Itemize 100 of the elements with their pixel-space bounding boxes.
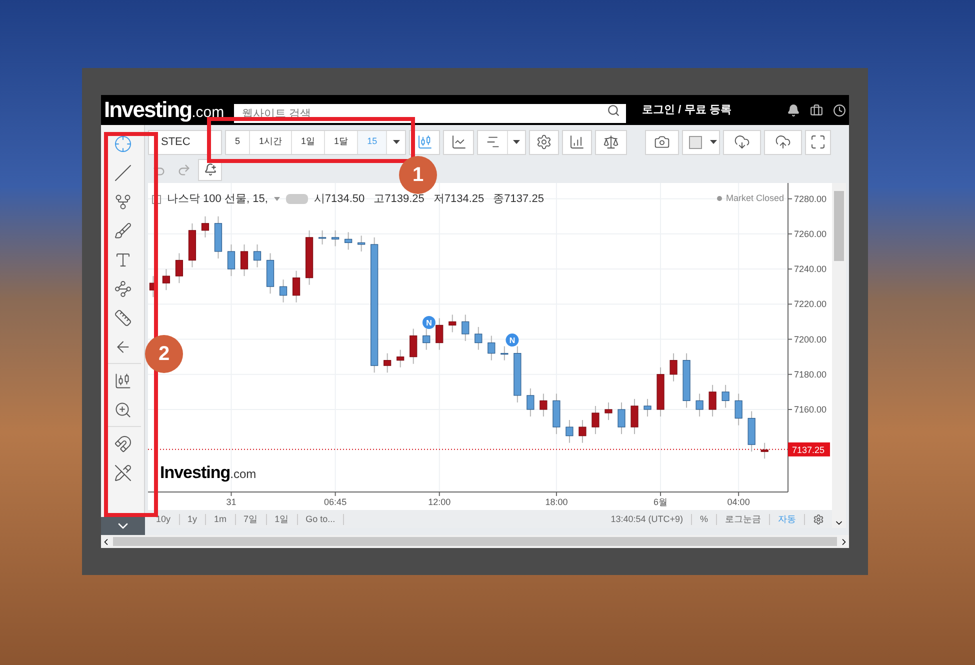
candle: [592, 405, 600, 435]
horizontal-scrollbar[interactable]: [101, 535, 849, 548]
candles-icon: [114, 372, 132, 390]
pencil-icon: [114, 464, 132, 482]
cloud-upload-icon: [775, 134, 792, 150]
nodes-icon: [114, 280, 132, 298]
candle: [266, 252, 274, 294]
search-icon: [607, 104, 620, 116]
bell-icon[interactable]: [787, 104, 800, 116]
caret-icon: [710, 140, 717, 144]
range-button[interactable]: Go to...: [298, 514, 344, 524]
legend-square: [152, 194, 161, 204]
scroll-thumb[interactable]: [113, 537, 837, 546]
briefcase-icon[interactable]: [810, 104, 823, 116]
y-tick-label: 7200.00: [794, 334, 827, 344]
candle: [201, 216, 210, 238]
site-logo: Investing.com: [104, 99, 224, 121]
caret-icon: [513, 140, 520, 144]
toolbar-button[interactable]: [529, 130, 560, 154]
line-chart-icon: [450, 134, 467, 150]
candle: [644, 398, 652, 417]
candle: [253, 244, 262, 268]
toolbar-button[interactable]: [645, 130, 680, 154]
candle: [604, 402, 612, 421]
scroll-thumb[interactable]: [834, 191, 844, 261]
candle: [552, 393, 560, 435]
interval-button[interactable]: 1일: [292, 130, 326, 154]
annotation: N: [509, 336, 516, 346]
candles-icon: [416, 134, 433, 150]
range-button[interactable]: 1m: [206, 514, 236, 524]
candle: [448, 314, 456, 333]
settings-icon: [536, 134, 552, 150]
range-button[interactable]: 7일: [236, 514, 267, 524]
candle: [514, 346, 522, 403]
x-tick-label: 04:00: [727, 497, 750, 507]
y-tick-label: 7220.00: [794, 299, 827, 310]
indicators-icon: [569, 134, 586, 150]
range-button[interactable]: 1일: [266, 514, 298, 524]
candle: [630, 398, 638, 435]
candle: [332, 230, 340, 247]
redo-icon: [177, 162, 191, 176]
caret-icon: [392, 140, 400, 144]
ohlc-value: 시7134.50: [314, 192, 365, 207]
x-tick-label: 06:45: [324, 497, 347, 507]
candle: [540, 393, 548, 417]
candle: [396, 349, 404, 368]
y-tick-label: 7240.00: [794, 264, 827, 274]
toolbar-button[interactable]: [723, 130, 762, 154]
candle: [566, 420, 574, 444]
candle: [696, 393, 704, 417]
candle: [358, 235, 366, 252]
range-button[interactable]: 1y: [180, 514, 206, 524]
crosshair-icon: [114, 134, 132, 152]
scale-option-button[interactable]: 로그눈금: [717, 514, 770, 524]
candle: [410, 328, 418, 364]
candle: [500, 346, 508, 361]
interval-button[interactable]: 15: [358, 130, 388, 154]
ohlc-value: 고7139.25: [374, 192, 424, 207]
camera-icon: [654, 134, 670, 150]
bell-plus-icon: [204, 163, 216, 176]
fullscreen-icon: [810, 134, 826, 150]
fork-icon: [114, 192, 132, 210]
ruler-icon: [114, 308, 132, 326]
toolbar-button[interactable]: [595, 130, 628, 154]
ohlc-value: 종7137.25: [493, 192, 544, 207]
price-tag: 7137.25: [788, 442, 830, 456]
annotation: N: [426, 318, 432, 328]
candle: [292, 270, 300, 303]
candle: [656, 366, 664, 417]
y-tick-label: 7280.00: [794, 194, 827, 204]
candle: [214, 216, 222, 259]
news-marker[interactable]: N: [506, 334, 519, 347]
toolbar-button[interactable]: [805, 130, 832, 154]
range-button[interactable]: 10y: [148, 514, 180, 524]
candle: [344, 232, 352, 250]
candle: [149, 276, 157, 298]
scale-option-button[interactable]: %: [692, 514, 717, 524]
line-icon: [114, 164, 132, 182]
bars-icon: [484, 134, 501, 150]
candle: [670, 352, 678, 382]
symbol-title: 나스닥 100 선물, 15,: [167, 192, 268, 207]
vertical-scrollbar[interactable]: [832, 183, 846, 528]
interval-button[interactable]: 5: [226, 130, 250, 154]
scale-icon: [603, 134, 620, 150]
y-tick-label: 7160.00: [794, 404, 827, 414]
news-marker[interactable]: N: [422, 316, 436, 329]
candle: [175, 252, 184, 284]
clock-icon[interactable]: [833, 104, 846, 116]
zoom-in-icon: [114, 400, 132, 418]
brush-icon: [114, 222, 132, 240]
login-link[interactable]: 로그인 / 무료 등록: [642, 102, 732, 118]
candle: [708, 384, 716, 417]
candle: [422, 328, 430, 350]
toolbar-button[interactable]: [562, 130, 592, 154]
scale-option-button[interactable]: 자동: [770, 514, 805, 524]
interval-button[interactable]: 1시간: [250, 130, 292, 154]
candle: [748, 410, 756, 452]
toolbar-button[interactable]: [764, 130, 802, 154]
candle: [306, 230, 314, 286]
candle: [474, 326, 482, 350]
